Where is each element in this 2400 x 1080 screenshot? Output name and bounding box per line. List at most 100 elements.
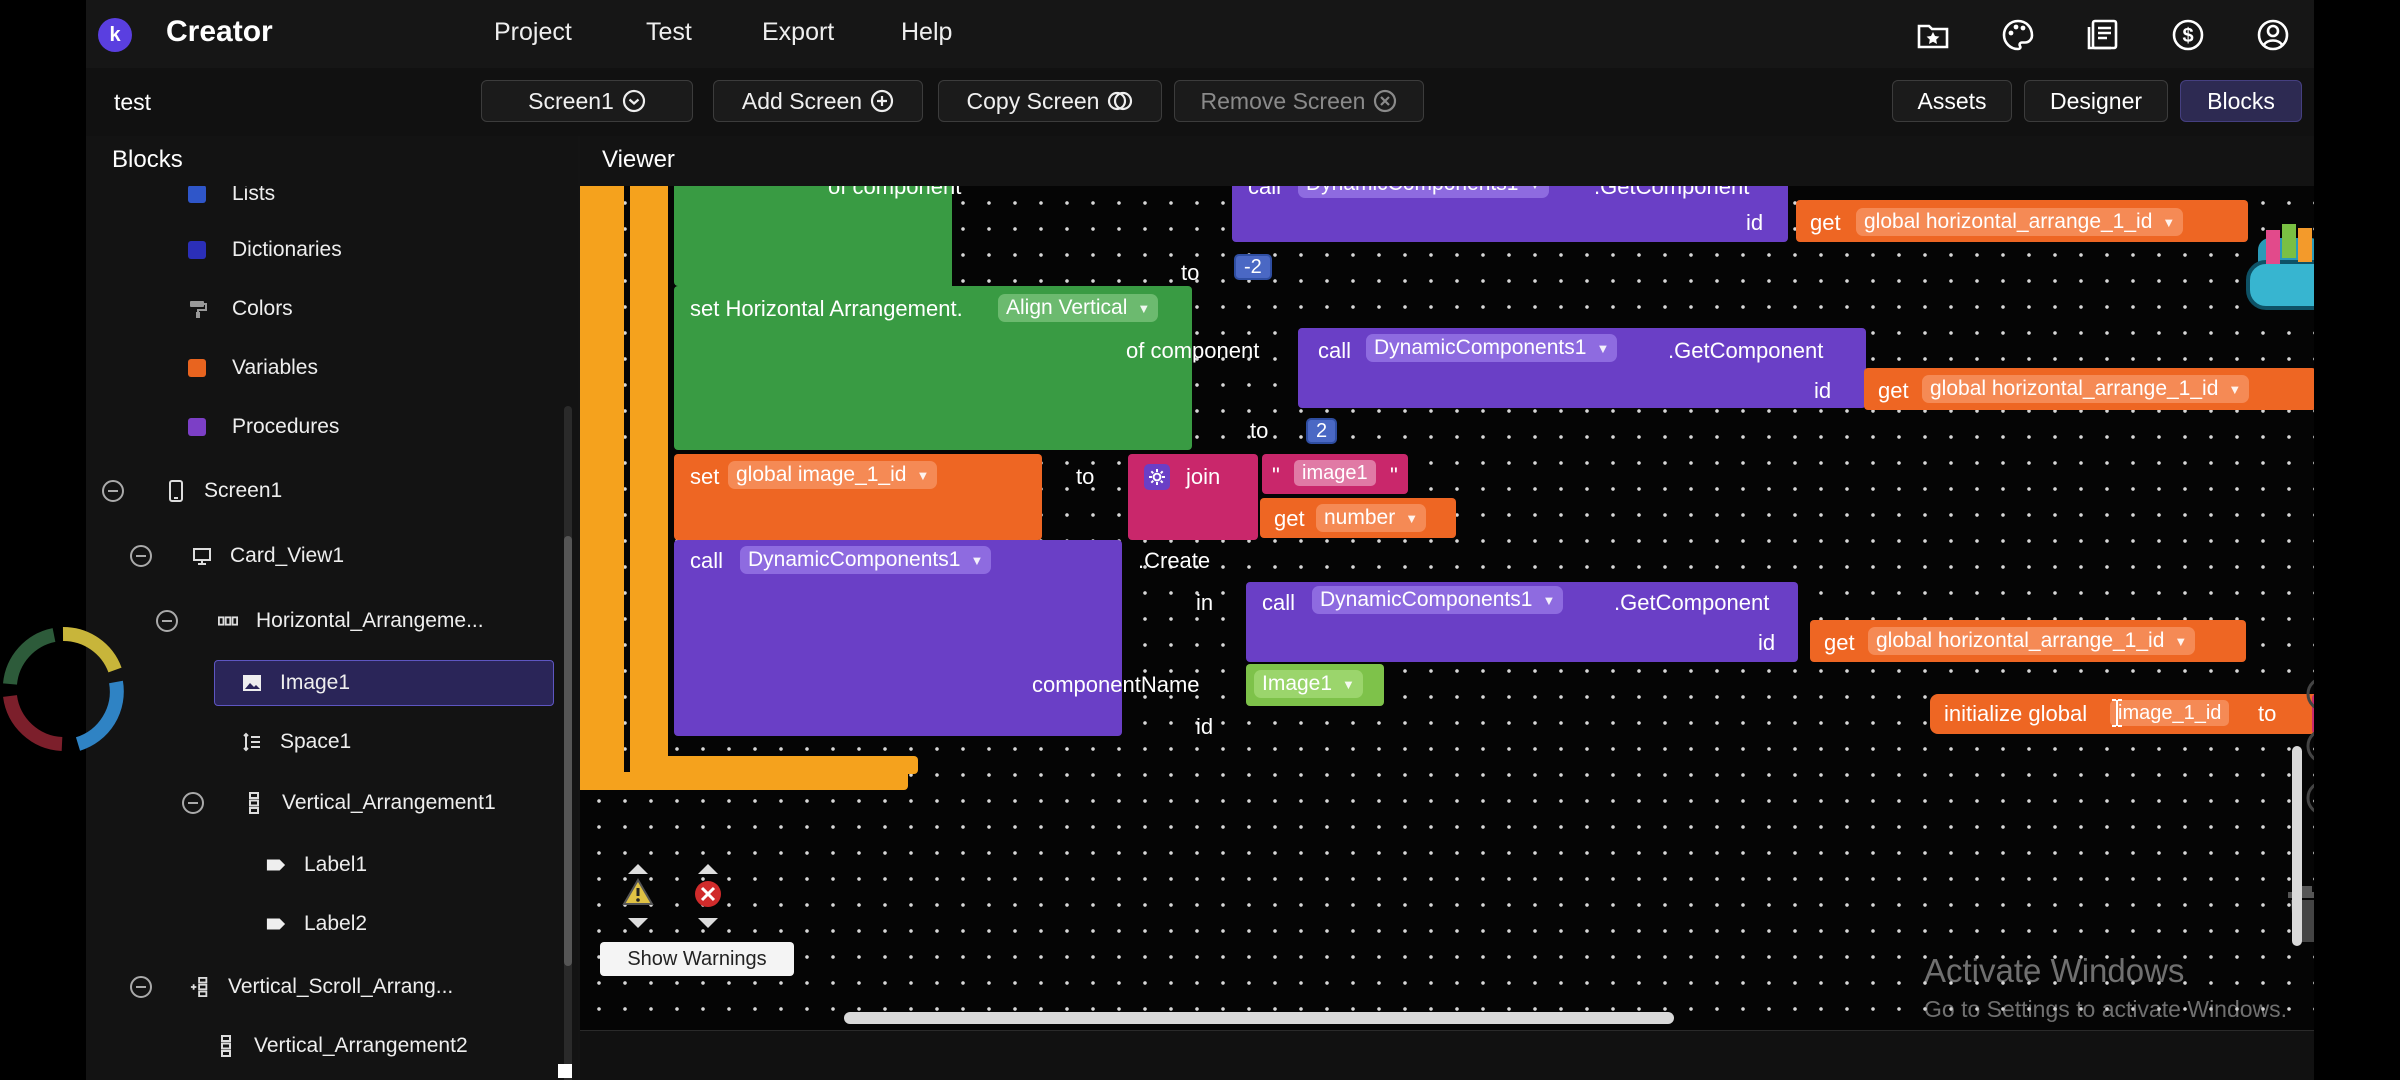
- recorder-overlay-icon[interactable]: [0, 626, 126, 752]
- account-icon[interactable]: [2256, 18, 2290, 52]
- global-ha-id-dropdown-3-label: global horizontal_arrange_1_id: [1876, 629, 2165, 652]
- screen-select-button[interactable]: Screen1: [481, 80, 693, 122]
- dropdown-arrow-icon: ▼: [1596, 340, 1610, 356]
- builtin-lists[interactable]: Lists: [188, 186, 275, 214]
- tree-item-label2[interactable]: Label2: [266, 904, 367, 944]
- text-cursor-icon: [2112, 699, 2122, 727]
- dollar-icon[interactable]: $: [2171, 18, 2205, 52]
- collapse-vertical-scroll-icon[interactable]: [130, 976, 152, 998]
- variables-color-icon: [188, 359, 206, 377]
- number-dropdown[interactable]: number ▼: [1316, 504, 1427, 532]
- number-minus-two[interactable]: -2: [1234, 254, 1272, 280]
- call-label-4: call: [1262, 590, 1296, 615]
- image-icon: [242, 673, 262, 693]
- chevron-down-circle-icon: [622, 89, 645, 113]
- get-label-2: get: [1878, 378, 1909, 403]
- image1-component-dropdown[interactable]: Image1 ▼: [1254, 670, 1363, 698]
- assets-button[interactable]: Assets: [1892, 80, 2012, 122]
- dropdown-arrow-icon: ▼: [1405, 510, 1419, 526]
- blocks-button[interactable]: Blocks: [2180, 80, 2302, 122]
- resize-handle[interactable]: [558, 1064, 572, 1078]
- number-two[interactable]: 2: [1306, 418, 1338, 444]
- add-screen-button[interactable]: Add Screen: [713, 80, 923, 122]
- number-dropdown-label: number: [1324, 506, 1396, 529]
- inner-loop-block[interactable]: [630, 186, 646, 778]
- dropdown-arrow-icon: ▼: [1542, 592, 1556, 608]
- tree-item-card-view1[interactable]: Card_View1: [192, 536, 344, 576]
- label-icon: [266, 855, 286, 875]
- kodular-logo-icon[interactable]: k: [98, 18, 132, 52]
- collapse-screen1-icon[interactable]: [102, 480, 124, 502]
- menu-project[interactable]: Project: [494, 18, 572, 47]
- join-label: join: [1186, 464, 1221, 489]
- menu-test[interactable]: Test: [646, 18, 692, 47]
- tree-item-vertical-scroll-arrangement[interactable]: Vertical_Scroll_Arrang...: [190, 967, 453, 1007]
- menu-export[interactable]: Export: [762, 18, 834, 47]
- tree-item-label1[interactable]: Label1: [266, 845, 367, 885]
- global-ha-id-dropdown-1[interactable]: global horizontal_arrange_1_id ▼: [1856, 208, 2184, 236]
- bottom-bar: [580, 1030, 2314, 1080]
- designer-button[interactable]: Designer: [2024, 80, 2168, 122]
- tree-item-space1[interactable]: Space1: [242, 722, 351, 762]
- global-ha-id-dropdown-3[interactable]: global horizontal_arrange_1_id ▼: [1868, 627, 2196, 655]
- tree-item-vertical-arrangement1[interactable]: Vertical_Arrangement1: [244, 783, 496, 823]
- set-arrangement-block-1[interactable]: [674, 186, 952, 286]
- dynamic-components-dropdown-3[interactable]: DynamicComponents1 ▼: [740, 546, 992, 574]
- builtin-procedures[interactable]: Procedures: [188, 407, 339, 447]
- close-circle-icon: [1374, 89, 1397, 113]
- initialize-image-id-name[interactable]: image_1_id: [2110, 700, 2230, 726]
- collapse-horizontal-arrangement-icon[interactable]: [156, 610, 178, 632]
- tree-item-screen1[interactable]: Screen1: [166, 471, 282, 511]
- dictionaries-color-icon: [188, 241, 206, 259]
- menu-help[interactable]: Help: [901, 18, 952, 47]
- quote-left: ": [1272, 463, 1280, 488]
- collapse-card-view1-icon[interactable]: [130, 545, 152, 567]
- builtin-dictionaries[interactable]: Dictionaries: [188, 230, 342, 270]
- global-ha-id-dropdown-2[interactable]: global horizontal_arrange_1_id ▼: [1922, 375, 2250, 403]
- remove-screen-label: Remove Screen: [1200, 87, 1366, 114]
- blocks-panel-scrollbar-thumb[interactable]: [564, 536, 572, 966]
- workspace-vertical-scrollbar[interactable]: [2292, 746, 2302, 946]
- align-vertical-dropdown[interactable]: Align Vertical ▼: [998, 294, 1159, 322]
- workspace-horizontal-scrollbar[interactable]: [844, 1012, 1674, 1024]
- blocks-workspace[interactable]: of component to -2 call DynamicComponent…: [580, 186, 2314, 1030]
- initialize-global-label: initialize global: [1944, 701, 2088, 726]
- getcomponent-label-3: .GetComponent: [1614, 590, 1770, 615]
- tree-item-space1-label: Space1: [280, 730, 352, 753]
- tree-item-horizontal-arrangement[interactable]: Horizontal_Arrangeme...: [218, 601, 484, 641]
- text-image1-value[interactable]: image1: [1294, 460, 1376, 486]
- call-label-2: call: [1318, 338, 1352, 363]
- dropdown-arrow-icon: ▼: [1342, 676, 1355, 692]
- dynamic-components-dropdown-1[interactable]: DynamicComponents1 ▼: [1298, 186, 1550, 198]
- palette-icon[interactable]: [2001, 18, 2035, 52]
- builtin-colors[interactable]: Colors: [188, 289, 293, 329]
- dynamic-components-dropdown-2[interactable]: DynamicComponents1 ▼: [1366, 334, 1618, 362]
- warning-navigator[interactable]: [618, 858, 658, 936]
- blocks-panel-scrollbar[interactable]: [564, 406, 572, 1080]
- copy-screen-button[interactable]: Copy Screen: [938, 80, 1162, 122]
- dynamic-components-dropdown-4[interactable]: DynamicComponents1 ▼: [1312, 586, 1564, 614]
- folder-star-icon[interactable]: [1916, 18, 1950, 52]
- show-warnings-button[interactable]: Show Warnings: [600, 942, 794, 976]
- viewer-header: Viewer: [580, 136, 2314, 186]
- get-label-3: get: [1274, 506, 1305, 531]
- news-icon[interactable]: [2086, 18, 2120, 52]
- tree-item-vertical-arrangement2[interactable]: Vertical_Arrangement2: [216, 1026, 468, 1060]
- error-navigator[interactable]: [688, 858, 728, 936]
- creator-app: k Creator Project Test Export Help $ tes…: [86, 0, 2314, 1080]
- backpack-icon[interactable]: [2236, 212, 2314, 330]
- tree-item-image1[interactable]: Image1: [242, 663, 350, 703]
- monitor-icon: [192, 546, 212, 566]
- outer-event-block[interactable]: [580, 186, 624, 790]
- activate-windows-title: Activate Windows: [1924, 952, 2185, 989]
- remove-screen-button[interactable]: Remove Screen: [1174, 80, 1424, 122]
- quote-right: ": [1390, 463, 1398, 488]
- of-component-label-2: of component: [1126, 338, 1260, 363]
- activate-windows-subtitle: Go to Settings to activate Windows.: [1924, 996, 2288, 1022]
- collapse-vertical-arrangement1-icon[interactable]: [182, 792, 204, 814]
- tree-item-image1-label: Image1: [280, 671, 351, 694]
- builtin-variables[interactable]: Variables: [188, 348, 318, 388]
- gear-icon[interactable]: [1144, 464, 1170, 490]
- global-image-id-dropdown[interactable]: global image_1_id ▼: [728, 461, 938, 489]
- tree-item-vertical-arrangement2-label: Vertical_Arrangement2: [254, 1034, 468, 1057]
